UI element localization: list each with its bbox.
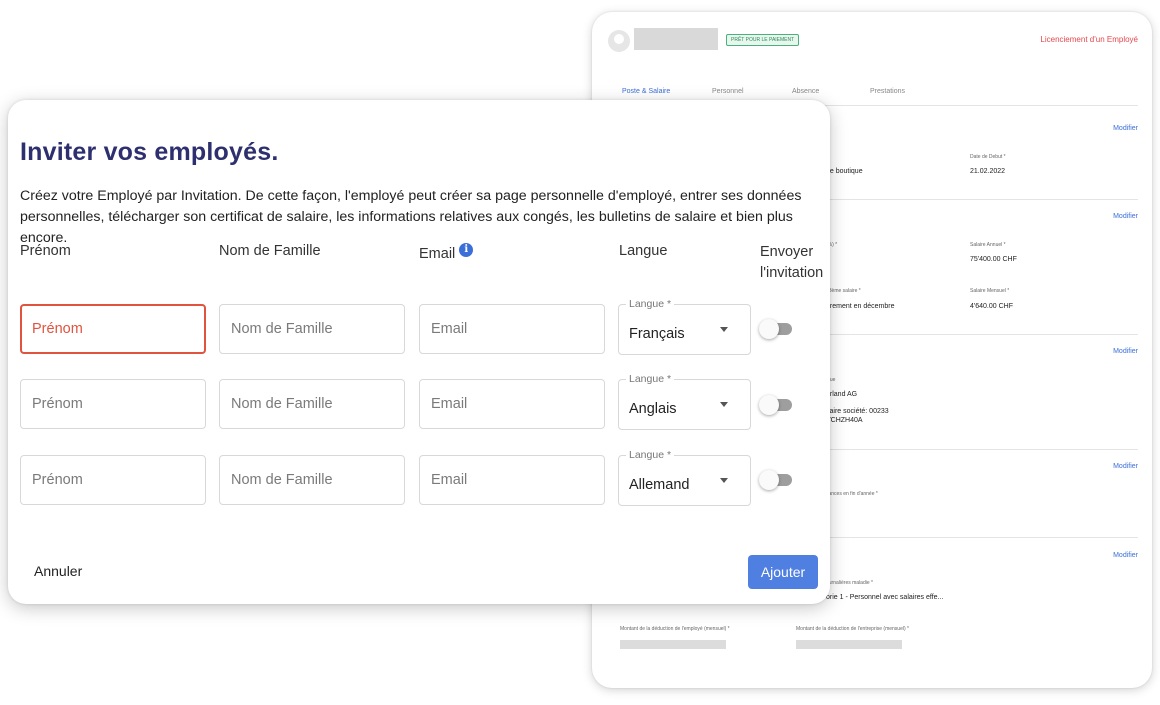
column-header-last-name: Nom de Famille (219, 243, 321, 259)
modify-job-button[interactable]: Modifier (1113, 125, 1138, 132)
vacation-label: cances en fin d'année * (826, 491, 878, 497)
start-date-value: 21.02.2022 (970, 168, 1006, 175)
employer-deduction-label: Montant de la déduction de l'entreprise … (796, 626, 909, 632)
thirteenth-salary-value: èrement en décembre (826, 303, 895, 310)
toggle-knob (759, 395, 779, 415)
employer-deduction-redacted (796, 640, 902, 649)
chevron-down-icon (720, 402, 728, 407)
clearing-value: caire société: 00233 (826, 408, 889, 415)
language-select-label: Langue * (626, 298, 675, 310)
language-select[interactable]: Langue * Anglais (618, 373, 751, 430)
add-button[interactable]: Ajouter (748, 555, 818, 589)
send-header-line1: Envoyer (760, 244, 814, 260)
toggle-knob (759, 319, 779, 339)
bank-name-value: erland AG (826, 391, 858, 398)
screen: PRÊT POUR LE PAIEMENT Licenciement d'un … (0, 0, 1160, 705)
language-select-value: Allemand (629, 477, 690, 493)
column-header-email: Email i (419, 243, 474, 262)
last-name-input[interactable] (219, 379, 405, 429)
modify-salary-button[interactable]: Modifier (1113, 213, 1138, 220)
email-input[interactable] (419, 304, 605, 354)
modify-insurance-button[interactable]: Modifier (1113, 552, 1138, 559)
modal-description: Créez votre Employé par Invitation. De c… (20, 188, 802, 246)
terminate-employee-link[interactable]: Licenciement d'un Employé (1040, 35, 1138, 44)
monthly-salary-label: Salaire Mensuel * (970, 288, 1010, 294)
tab-personal[interactable]: Personnel (712, 88, 744, 95)
column-header-first-name: Prénom (20, 243, 71, 259)
status-badge: PRÊT POUR LE PAIEMENT (726, 34, 800, 46)
send-header-line2: l'invitation (760, 265, 824, 281)
send-invitation-toggle[interactable] (759, 395, 795, 415)
column-header-send-invitation: Envoyer l'invitation (760, 242, 823, 284)
annual-salary-label: Salaire Annuel * (970, 242, 1006, 248)
daily-allowance-label: ournalières maladie * (826, 580, 873, 586)
language-select[interactable]: Langue * Français (618, 298, 751, 355)
chevron-down-icon (720, 478, 728, 483)
invite-employees-modal: Inviter vos employés. Créez votre Employ… (8, 100, 830, 604)
column-header-language: Langue (619, 243, 668, 259)
thirteenth-salary-label: 13ème salaire * (826, 288, 861, 294)
last-name-input[interactable] (219, 304, 405, 354)
avatar (608, 30, 630, 52)
send-invitation-toggle[interactable] (759, 470, 795, 490)
email-input[interactable] (419, 455, 605, 505)
tab-position-salary[interactable]: Poste & Salaire (615, 88, 677, 106)
language-select-label: Langue * (626, 373, 675, 385)
modify-bank-button[interactable]: Modifier (1113, 348, 1138, 355)
tab-benefits[interactable]: Prestations (870, 88, 905, 95)
language-select-value: Anglais (629, 401, 677, 417)
tab-absence[interactable]: Absence (792, 88, 819, 95)
job-title-value: de boutique (826, 168, 863, 175)
cancel-button[interactable]: Annuler (34, 563, 82, 579)
toggle-knob (759, 470, 779, 490)
modal-title: Inviter vos employés. (20, 138, 279, 166)
email-input[interactable] (419, 379, 605, 429)
last-name-input[interactable] (219, 455, 405, 505)
employee-deduction-label: Montant de la déduction de l'employé (me… (620, 626, 730, 632)
first-name-input[interactable] (20, 455, 206, 505)
monthly-salary-value: 4'640.00 CHF (970, 303, 1013, 310)
info-icon[interactable]: i (459, 243, 474, 257)
bic-value: VCHZH40A (826, 417, 863, 424)
chevron-down-icon (720, 327, 728, 332)
employee-name-redacted (634, 28, 718, 50)
column-header-email-label: Email (419, 246, 456, 262)
annual-salary-value: 75'400.00 CHF (970, 256, 1017, 263)
language-select-value: Français (629, 326, 685, 342)
modify-vacation-button[interactable]: Modifier (1113, 463, 1138, 470)
insurance-category-value: orie 1 - Personnel avec salaires effe... (826, 594, 944, 601)
language-select-label: Langue * (626, 449, 675, 461)
start-date-label: Date de Debut * (970, 154, 1006, 160)
first-name-input[interactable] (20, 304, 206, 354)
employee-deduction-redacted (620, 640, 726, 649)
first-name-input[interactable] (20, 379, 206, 429)
send-invitation-toggle[interactable] (759, 319, 795, 339)
language-select[interactable]: Langue * Allemand (618, 449, 751, 506)
